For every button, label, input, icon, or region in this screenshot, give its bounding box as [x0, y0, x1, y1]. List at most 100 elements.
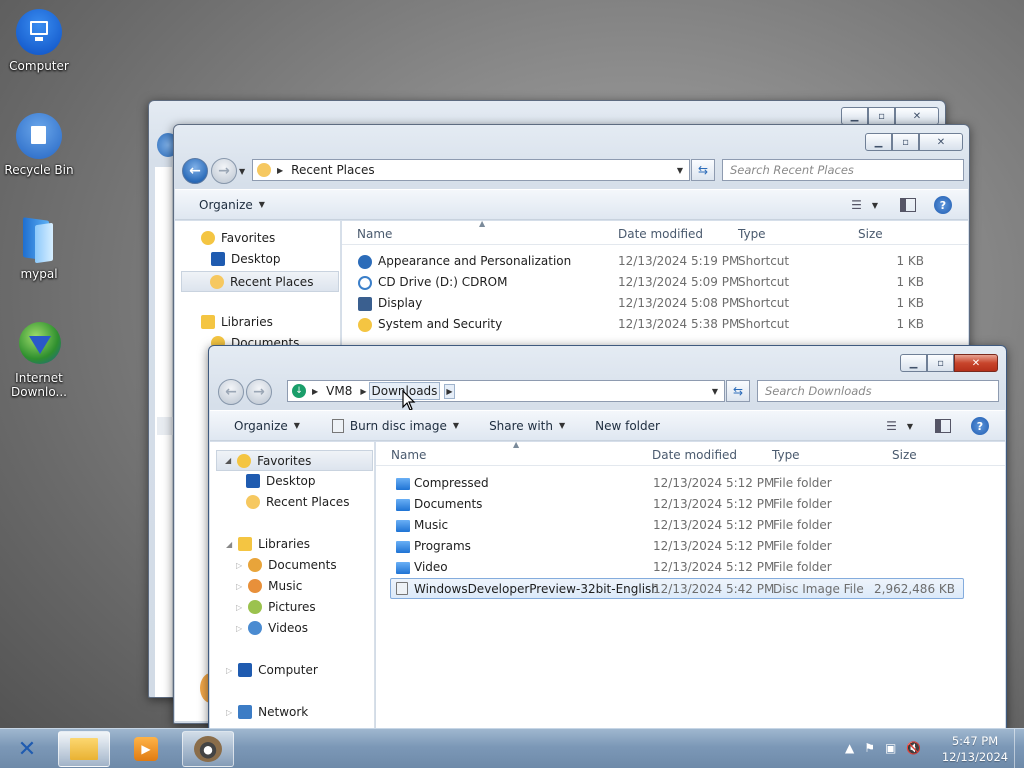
maximize-button[interactable]: ▫ — [892, 133, 919, 151]
file-list: ▲ Name Date modified Type Size Compresse… — [376, 440, 1005, 729]
new-folder-button[interactable]: New folder — [577, 419, 672, 433]
table-row[interactable]: Video 12/13/2024 5:12 PM File folder — [390, 557, 964, 578]
row-type: File folder — [773, 539, 832, 553]
expand-arrow-icon: ▷ — [236, 581, 243, 591]
nav-pictures[interactable]: ▷ Pictures — [236, 600, 316, 614]
maximize-button[interactable]: ▫ — [868, 107, 895, 125]
downloads-icon: ↓ — [292, 384, 306, 398]
taskbar: ✕ ▶ ▲ ⚑ ▣ 🔇 5:47 PM 12/13/2024 — [0, 728, 1024, 768]
row-name: Compressed — [414, 476, 489, 490]
column-name[interactable]: Name — [357, 227, 392, 241]
table-row[interactable]: Display 12/13/2024 5:08 PM Shortcut 1 KB — [352, 293, 962, 314]
taskbar-media-player-button[interactable]: ▶ — [120, 731, 172, 767]
column-type[interactable]: Type — [738, 227, 766, 241]
column-type[interactable]: Type — [772, 448, 800, 462]
view-options[interactable]: ☰ ▼ — [886, 419, 913, 433]
maximize-button[interactable]: ▫ — [927, 354, 954, 372]
address-bar[interactable]: ↓ ▶ VM8 ▶ Downloads ▶ ▼ — [287, 380, 725, 402]
table-row[interactable]: Documents 12/13/2024 5:12 PM File folder — [390, 494, 964, 515]
refresh-button[interactable]: ⇆ — [726, 380, 750, 402]
downloads-window[interactable]: ▁ ▫ ✕ ← → ↓ ▶ VM8 ▶ Downloads ▶ ▼ ⇆ Sear… — [208, 345, 1007, 730]
show-hidden-icons-icon[interactable]: ▲ — [845, 741, 854, 755]
start-button[interactable]: ✕ — [12, 735, 42, 763]
desktop-icon-label: Computer — [9, 59, 69, 73]
star-icon — [201, 231, 215, 245]
taskbar-raccoon-app-button[interactable] — [182, 731, 234, 767]
forward-button[interactable]: → — [246, 379, 272, 405]
breadcrumb-chevron-icon[interactable]: ▶ — [360, 387, 366, 396]
nav-recent-places[interactable]: Recent Places — [246, 495, 349, 509]
nav-desktop[interactable]: Desktop — [211, 252, 281, 266]
desktop-icon-mypal[interactable]: mypal — [0, 216, 78, 281]
share-with-menu[interactable]: Share with ▼ — [471, 419, 577, 433]
column-size[interactable]: Size — [858, 227, 883, 241]
minimize-button[interactable]: ▁ — [841, 107, 868, 125]
breadcrumb-vm8[interactable]: VM8 — [326, 384, 352, 398]
table-row[interactable]: System and Security 12/13/2024 5:38 PM S… — [352, 314, 962, 335]
table-row-selected[interactable]: WindowsDeveloperPreview-32bit-English 12… — [390, 578, 964, 599]
address-dropdown-icon[interactable]: ▼ — [677, 166, 683, 175]
back-button[interactable]: ← — [218, 379, 244, 405]
nav-computer[interactable]: ▷ Computer — [226, 663, 318, 677]
table-row[interactable]: CD Drive (D:) CDROM 12/13/2024 5:09 PM S… — [352, 272, 962, 293]
organize-menu[interactable]: Organize ▼ — [175, 198, 277, 212]
search-input[interactable]: Search Downloads — [757, 380, 999, 402]
table-row[interactable]: Programs 12/13/2024 5:12 PM File folder — [390, 536, 964, 557]
help-icon[interactable]: ? — [934, 196, 952, 214]
preview-pane-icon[interactable] — [935, 419, 951, 433]
system-tray: ▲ ⚑ ▣ 🔇 — [845, 741, 921, 755]
table-row[interactable]: Music 12/13/2024 5:12 PM File folder — [390, 515, 964, 536]
address-bar[interactable]: ▶ Recent Places ▼ — [252, 159, 690, 181]
nav-network[interactable]: ▷ Network — [226, 705, 308, 719]
close-button[interactable]: ✕ — [919, 133, 963, 151]
desktop-icon-recycle-bin[interactable]: Recycle Bin — [0, 112, 78, 177]
nav-desktop[interactable]: Desktop — [246, 474, 316, 488]
column-name[interactable]: Name — [391, 448, 426, 462]
column-date-modified[interactable]: Date modified — [618, 227, 703, 241]
volume-muted-icon[interactable]: 🔇 — [906, 741, 921, 755]
nav-documents[interactable]: ▷ Documents — [236, 558, 337, 572]
close-button[interactable]: ✕ — [954, 354, 998, 372]
nav-videos[interactable]: ▷ Videos — [236, 621, 308, 635]
nav-recent-places[interactable]: Recent Places — [181, 271, 339, 292]
nav-label: Libraries — [258, 537, 310, 551]
expand-arrow-icon: ▷ — [226, 707, 233, 717]
burn-disc-image-button[interactable]: Burn disc image ▼ — [312, 418, 471, 433]
folder-icon — [396, 541, 410, 553]
nav-favorites[interactable]: ◢ Favorites — [216, 450, 373, 471]
recent-pages-dropdown[interactable]: ▼ — [239, 167, 245, 176]
forward-button[interactable]: → — [211, 158, 237, 184]
nav-libraries[interactable]: ◢ Libraries — [226, 537, 310, 551]
column-date-modified[interactable]: Date modified — [652, 448, 737, 462]
table-row[interactable]: Compressed 12/13/2024 5:12 PM File folde… — [390, 473, 964, 494]
command-bar: Organize ▼ Burn disc image ▼ Share with ▼ N… — [210, 410, 1005, 441]
desktop-icon-computer[interactable]: Computer — [0, 8, 78, 73]
help-icon[interactable]: ? — [971, 417, 989, 435]
action-center-flag-icon[interactable]: ⚑ — [864, 741, 875, 755]
row-name: Documents — [414, 497, 483, 511]
back-button[interactable]: ← — [182, 158, 208, 184]
organize-menu[interactable]: Organize ▼ — [210, 419, 312, 433]
show-desktop-button[interactable] — [1014, 729, 1024, 768]
nav-music[interactable]: ▷ Music — [236, 579, 302, 593]
preview-pane-icon[interactable] — [900, 198, 916, 212]
minimize-button[interactable]: ▁ — [865, 133, 892, 151]
minimize-button[interactable]: ▁ — [900, 354, 927, 372]
address-dropdown-icon[interactable]: ▼ — [712, 387, 718, 396]
desktop-icon-internet-download-manager[interactable]: Internet Downlo... — [0, 320, 78, 399]
view-options[interactable]: ☰ ▼ — [851, 198, 878, 212]
search-input[interactable]: Search Recent Places — [722, 159, 964, 181]
breadcrumb-recent-places[interactable]: Recent Places — [291, 163, 374, 177]
nav-label: Videos — [268, 621, 309, 635]
taskbar-explorer-button[interactable] — [58, 731, 110, 767]
breadcrumb-chevron-icon[interactable]: ▶ — [444, 383, 455, 399]
nav-label: Documents — [268, 558, 337, 572]
system-clock[interactable]: 5:47 PM 12/13/2024 — [940, 733, 1010, 765]
nav-libraries[interactable]: Libraries — [201, 315, 273, 329]
close-button[interactable]: ✕ — [895, 107, 939, 125]
network-status-icon[interactable]: ▣ — [885, 741, 896, 755]
table-row[interactable]: Appearance and Personalization 12/13/202… — [352, 251, 962, 272]
refresh-button[interactable]: ⇆ — [691, 159, 715, 181]
column-size[interactable]: Size — [892, 448, 917, 462]
nav-favorites[interactable]: Favorites — [201, 231, 275, 245]
